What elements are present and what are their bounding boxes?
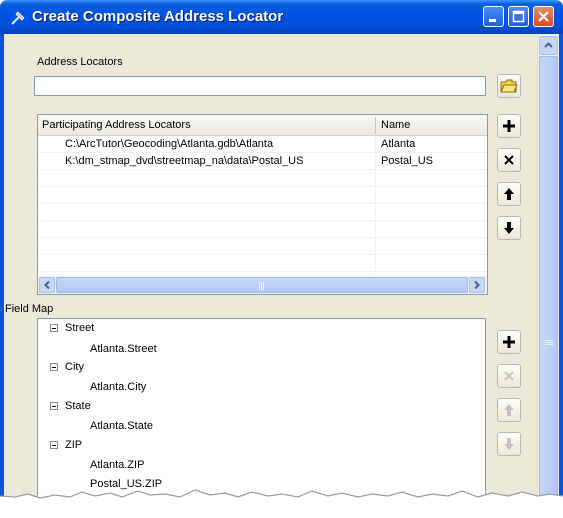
empty-row[interactable] (38, 187, 487, 204)
locator-name-cell: Postal_US (381, 155, 433, 167)
column-header-locators[interactable]: Participating Address Locators (42, 119, 191, 131)
horizontal-scrollbar[interactable] (38, 276, 487, 294)
scroll-left-button[interactable] (39, 277, 55, 293)
maximize-icon (512, 10, 525, 23)
add-icon (503, 336, 515, 348)
chevron-up-icon (544, 42, 553, 48)
move-down-icon (504, 222, 514, 234)
collapse-icon[interactable] (50, 363, 58, 371)
tree-node-label: State (65, 400, 91, 412)
empty-row[interactable] (38, 255, 487, 272)
collapse-icon[interactable] (50, 402, 58, 410)
grip-icon (545, 340, 553, 345)
scroll-up-button[interactable] (539, 36, 558, 55)
folder-open-icon (500, 79, 518, 93)
grip-icon (259, 282, 264, 290)
minimize-button[interactable] (483, 6, 504, 27)
torn-edge-decoration (0, 489, 563, 518)
move-down-icon (504, 438, 514, 450)
empty-row[interactable] (38, 238, 487, 255)
remove-locator-button[interactable] (497, 148, 521, 172)
tree-node-label: City (65, 361, 84, 373)
tree-node-state[interactable]: State (50, 400, 91, 412)
field-map-label: Field Map (5, 303, 54, 315)
minimize-icon (489, 19, 496, 22)
column-header-name[interactable]: Name (381, 119, 410, 131)
table-header: Participating Address Locators Name (38, 115, 487, 136)
locator-name-cell: Atlanta (381, 138, 416, 150)
remove-field-button[interactable] (497, 364, 521, 388)
scroll-right-button[interactable] (469, 277, 485, 293)
table-row[interactable]: C:\ArcTutor\Geocoding\Atlanta.gdb\Atlant… (38, 136, 487, 153)
tree-leaf[interactable]: Atlanta.ZIP (90, 459, 144, 471)
add-field-button[interactable] (497, 330, 521, 354)
empty-row[interactable] (38, 170, 487, 187)
horizontal-scroll-thumb[interactable] (56, 277, 468, 293)
vertical-scrollbar[interactable] (537, 34, 559, 518)
tree-node-zip[interactable]: ZIP (50, 439, 82, 451)
move-locator-up-button[interactable] (497, 182, 521, 206)
move-field-down-button[interactable] (497, 432, 521, 456)
participating-locators-table[interactable]: Participating Address Locators Name C:\A… (37, 114, 488, 295)
vertical-scroll-thumb[interactable] (539, 56, 558, 516)
move-locator-down-button[interactable] (497, 216, 521, 240)
move-field-up-button[interactable] (497, 398, 521, 422)
tree-node-label: Street (65, 322, 95, 334)
dialog-body: Address Locators Participating Address L… (4, 34, 537, 518)
tree-node-street[interactable]: Street (50, 322, 94, 334)
tree-node-city[interactable]: City (50, 361, 84, 373)
address-locators-label: Address Locators (37, 56, 123, 68)
tree-leaf[interactable]: Atlanta.City (90, 381, 146, 393)
delete-icon (504, 155, 514, 165)
title-bar[interactable]: Create Composite Address Locator (0, 0, 563, 34)
maximize-button[interactable] (508, 6, 529, 27)
move-up-icon (504, 404, 514, 416)
delete-icon (504, 371, 514, 381)
empty-row[interactable] (38, 204, 487, 221)
collapse-icon[interactable] (50, 324, 58, 332)
add-icon (503, 120, 515, 132)
collapse-icon[interactable] (50, 441, 58, 449)
window-frame-right (559, 34, 563, 518)
browse-button[interactable] (497, 74, 521, 98)
close-icon (538, 11, 549, 22)
move-up-icon (504, 188, 514, 200)
table-row[interactable]: K:\dm_stmap_dvd\streetmap_na\data\Postal… (38, 153, 487, 170)
column-divider[interactable] (375, 117, 376, 134)
hammer-icon (11, 11, 25, 25)
window-title: Create Composite Address Locator (32, 8, 284, 25)
close-button[interactable] (533, 6, 554, 27)
empty-row[interactable] (38, 221, 487, 238)
locator-path-cell: C:\ArcTutor\Geocoding\Atlanta.gdb\Atlant… (65, 138, 274, 150)
chevron-left-icon (44, 280, 50, 290)
dialog-window: Create Composite Address Locator Address… (0, 0, 563, 518)
add-locator-button[interactable] (497, 114, 521, 138)
tree-leaf[interactable]: Atlanta.Street (90, 343, 157, 355)
tree-leaf[interactable]: Atlanta.State (90, 420, 153, 432)
tree-node-label: ZIP (65, 439, 83, 451)
address-locators-input[interactable] (34, 76, 486, 96)
chevron-right-icon (474, 280, 480, 290)
locator-path-cell: K:\dm_stmap_dvd\streetmap_na\data\Postal… (65, 155, 304, 167)
